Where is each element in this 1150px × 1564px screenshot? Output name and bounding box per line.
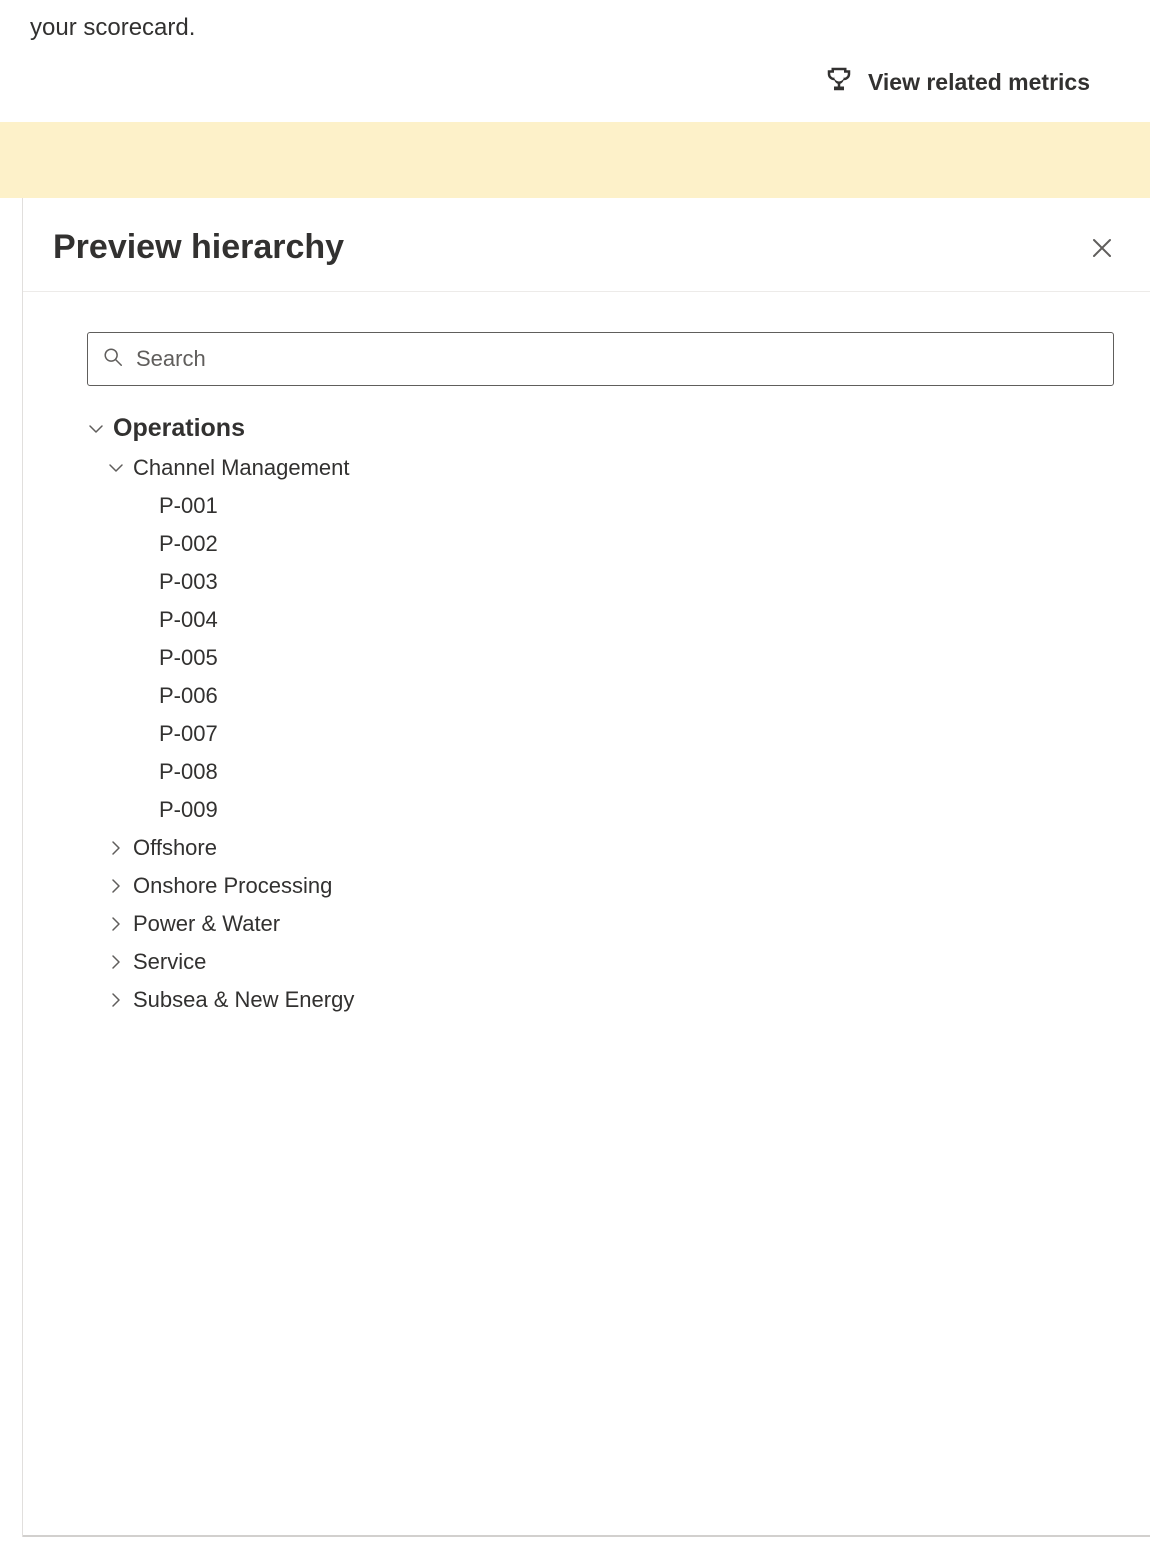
tree-leaf-label: P-005 <box>159 645 218 671</box>
tree-leaf-label: P-007 <box>159 721 218 747</box>
tree-leaf-row[interactable]: P-007 <box>87 715 1114 753</box>
panel-footer-divider <box>23 1535 1150 1537</box>
tree-branch-label: Service <box>133 949 206 975</box>
tree-branch-row[interactable]: Channel Management <box>87 449 1114 487</box>
chevron-right-icon <box>107 915 125 933</box>
tree-leaf-label: P-001 <box>159 493 218 519</box>
topbar: your scorecard. View related metrics <box>0 0 1150 122</box>
scorecard-text-fragment: your scorecard. <box>30 0 1120 42</box>
tree-root-label: Operations <box>113 414 245 443</box>
hierarchy-tree: Operations Channel Management P-001 P-002 P-… <box>87 408 1114 1019</box>
tree-branch-label: Power & Water <box>133 911 280 937</box>
tree-leaf-label: P-009 <box>159 797 218 823</box>
tree-leaf-row[interactable]: P-008 <box>87 753 1114 791</box>
tree-leaf-row[interactable]: P-006 <box>87 677 1114 715</box>
tree-branch-row[interactable]: Power & Water <box>87 905 1114 943</box>
search-box[interactable] <box>87 332 1114 386</box>
notice-banner <box>0 122 1150 198</box>
tree-branch-row[interactable]: Onshore Processing <box>87 867 1114 905</box>
tree-branch-label: Offshore <box>133 835 217 861</box>
search-input[interactable] <box>134 345 1099 373</box>
tree-leaf-row[interactable]: P-004 <box>87 601 1114 639</box>
panel-header: Preview hierarchy <box>23 198 1150 292</box>
tree-leaf-label: P-002 <box>159 531 218 557</box>
tree-branch-label: Channel Management <box>133 455 349 481</box>
tree-leaf-label: P-004 <box>159 607 218 633</box>
tree-branch-row[interactable]: Subsea & New Energy <box>87 981 1114 1019</box>
topbar-link-row: View related metrics <box>30 42 1120 122</box>
chevron-right-icon <box>107 877 125 895</box>
close-button[interactable] <box>1090 236 1114 260</box>
view-related-metrics-label: View related metrics <box>868 69 1090 96</box>
chevron-right-icon <box>107 991 125 1009</box>
trophy-icon <box>824 64 854 100</box>
tree-leaf-row[interactable]: P-003 <box>87 563 1114 601</box>
tree-branch-row[interactable]: Offshore <box>87 829 1114 867</box>
tree-branch-label: Subsea & New Energy <box>133 987 354 1013</box>
chevron-right-icon <box>107 839 125 857</box>
tree-branch-label: Onshore Processing <box>133 873 332 899</box>
close-icon <box>1090 247 1114 264</box>
panel-title: Preview hierarchy <box>53 228 344 267</box>
chevron-right-icon <box>107 953 125 971</box>
tree-leaf-row[interactable]: P-009 <box>87 791 1114 829</box>
chevron-down-icon <box>107 459 125 477</box>
tree-branch-row[interactable]: Service <box>87 943 1114 981</box>
tree-leaf-row[interactable]: P-002 <box>87 525 1114 563</box>
tree-leaf-row[interactable]: P-005 <box>87 639 1114 677</box>
panel-body: Operations Channel Management P-001 P-002 P-… <box>23 292 1150 1019</box>
tree-leaf-label: P-006 <box>159 683 218 709</box>
tree-leaf-row[interactable]: P-001 <box>87 487 1114 525</box>
tree-root-row[interactable]: Operations <box>87 408 1114 449</box>
tree-leaf-label: P-008 <box>159 759 218 785</box>
preview-hierarchy-panel: Preview hierarchy Operations Channel Mana… <box>22 198 1150 1537</box>
tree-leaf-label: P-003 <box>159 569 218 595</box>
search-icon <box>102 346 124 373</box>
view-related-metrics-link[interactable]: View related metrics <box>824 64 1090 100</box>
chevron-down-icon <box>87 420 105 438</box>
